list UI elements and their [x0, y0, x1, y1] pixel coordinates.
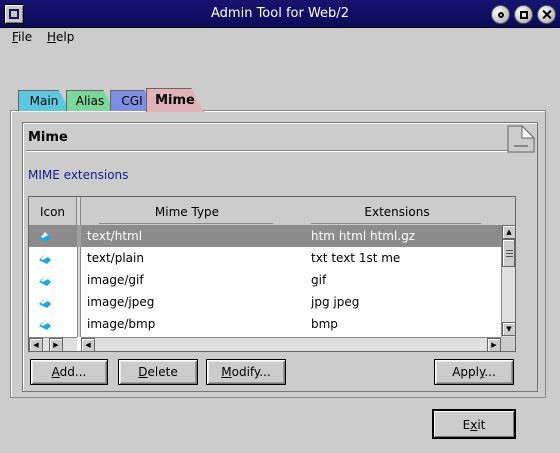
table-row[interactable]: text/plain txt text 1st me [29, 247, 501, 269]
close-icon[interactable] [537, 5, 556, 24]
tab-alias[interactable]: Alias [66, 90, 114, 111]
horizontal-scrollbar-icon-column[interactable]: ◀ ▶ [29, 337, 77, 352]
tab-main[interactable]: Main [18, 90, 70, 111]
scroll-thumb[interactable] [502, 239, 515, 267]
scroll-left-icon[interactable]: ◀ [81, 338, 95, 352]
mime-type-cell: text/plain [87, 251, 144, 265]
scroll-corner [501, 337, 515, 351]
horizontal-scrollbar[interactable]: ◀ ▶ [81, 337, 501, 352]
exit-button[interactable]: Exit [432, 409, 516, 439]
maximize-icon[interactable] [514, 5, 533, 24]
divider [26, 150, 526, 152]
header-corner [501, 197, 515, 225]
extensions-cell: gif [311, 273, 327, 287]
tab-mime[interactable]: Mime [146, 88, 204, 112]
title-bar[interactable]: Admin Tool for Web/2 [0, 0, 560, 28]
section-label: MIME extensions [28, 168, 129, 182]
mime-file-icon [39, 232, 51, 242]
mime-file-icon [39, 298, 51, 308]
table-row[interactable]: image/gif gif [29, 269, 501, 291]
scroll-right-icon[interactable]: ▶ [49, 338, 63, 352]
page-turn-icon[interactable] [506, 124, 536, 154]
extensions-cell: jpg jpeg [311, 295, 360, 309]
mime-table: Icon Mime Type Extensions text/html htm … [28, 196, 516, 352]
table-row[interactable]: text/html htm html html.gz [29, 225, 501, 247]
column-header-mime-type[interactable]: Mime Type [81, 197, 293, 225]
column-header-extensions[interactable]: Extensions [293, 197, 501, 225]
mime-file-icon [39, 276, 51, 286]
scroll-right-icon[interactable]: ▶ [487, 338, 501, 352]
column-header-icon[interactable]: Icon [29, 197, 77, 225]
window-title: Admin Tool for Web/2 [211, 6, 349, 21]
scroll-up-icon[interactable]: ▲ [502, 225, 516, 239]
minimize-icon[interactable] [491, 5, 510, 24]
delete-button[interactable]: Delete [118, 359, 198, 385]
mime-type-cell: text/html [87, 229, 143, 243]
scroll-left-icon[interactable]: ◀ [29, 338, 43, 352]
page-title: Mime [28, 130, 68, 145]
mime-type-cell: image/bmp [87, 317, 156, 331]
modify-button[interactable]: Modify... [206, 359, 286, 385]
menu-file[interactable]: File [12, 30, 32, 44]
mime-file-icon [39, 254, 51, 264]
menu-bar: File Help [0, 28, 560, 47]
header-underline [311, 223, 481, 224]
apply-button[interactable]: Apply... [434, 359, 514, 385]
menu-help[interactable]: Help [47, 30, 74, 44]
extensions-cell: bmp [311, 317, 338, 331]
header-underline [99, 223, 273, 224]
mime-type-cell: image/gif [87, 273, 144, 287]
add-button[interactable]: Add... [30, 359, 108, 385]
extensions-cell: txt text 1st me [311, 251, 401, 265]
vertical-scrollbar[interactable]: ▲ ▼ [501, 225, 516, 337]
table-body: text/html htm html html.gz text/plain tx… [29, 225, 501, 337]
mime-type-cell: image/jpeg [87, 295, 155, 309]
table-row[interactable]: image/jpeg jpg jpeg [29, 291, 501, 313]
selection-gap [77, 225, 81, 247]
scroll-down-icon[interactable]: ▼ [502, 322, 516, 336]
table-row[interactable]: image/bmp bmp [29, 313, 501, 335]
mime-file-icon [39, 320, 51, 330]
extensions-cell: htm html html.gz [311, 229, 416, 243]
